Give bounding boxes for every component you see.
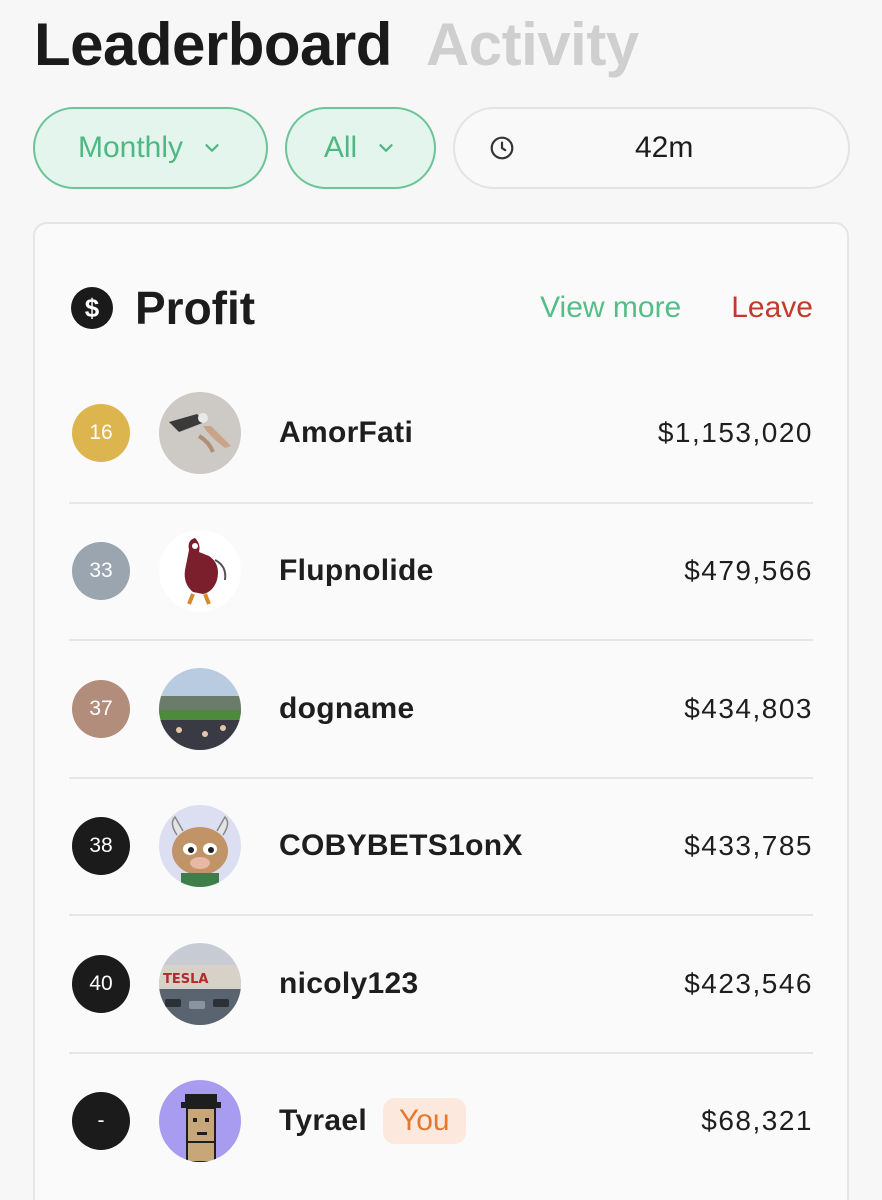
scope-label: All (323, 131, 358, 164)
avatar (159, 667, 241, 750)
profit-amount: $1,153,020 (657, 416, 813, 448)
table-row[interactable]: 40 TESLA nicoly123 $423,546 (69, 914, 813, 1052)
view-more-link[interactable]: View more (540, 291, 681, 325)
username: AmorFati (279, 415, 414, 449)
card-actions: View more Leave (540, 291, 813, 325)
tab-bar: Leaderboard Activity (34, 10, 639, 80)
avatar (159, 530, 241, 613)
table-row[interactable]: - Tyrael You $68,321 (69, 1051, 813, 1190)
dollar-circle-icon: $ (71, 287, 113, 329)
filter-bar: Monthly All 42m (33, 107, 850, 189)
card-header: $ Profit View more Leave (71, 280, 813, 336)
username: dogname (279, 691, 415, 725)
profit-amount: $68,321 (701, 1105, 813, 1137)
rank-badge: 33 (72, 542, 130, 601)
avatar (159, 805, 241, 888)
scope-dropdown[interactable]: All (285, 107, 436, 189)
period-label: Monthly (77, 131, 184, 164)
avatar: TESLA (159, 942, 241, 1025)
username: Flupnolide (279, 554, 434, 588)
profit-amount: $423,546 (684, 967, 813, 999)
username: COBYBETS1onX (279, 829, 523, 863)
card-title: Profit (135, 282, 256, 334)
refresh-timer: 42m (453, 107, 850, 189)
profit-amount: $433,785 (684, 830, 813, 862)
leaderboard-list: 16 AmorFati $1,153,020 33 Flupnolide $47… (69, 364, 813, 1189)
profit-amount: $434,803 (684, 692, 813, 724)
username: Tyrael (279, 1104, 367, 1138)
chevron-down-icon (379, 144, 393, 152)
avatar (159, 1080, 241, 1163)
rank-badge: 40 (72, 954, 130, 1013)
table-row[interactable]: 38 COBYBETS1onX $433,785 (69, 776, 813, 915)
clock-icon (490, 136, 514, 160)
table-row[interactable]: 16 AmorFati $1,153,020 (69, 364, 813, 502)
rank-badge: 16 (72, 403, 130, 462)
profit-amount: $479,566 (684, 555, 813, 587)
svg-text:TESLA: TESLA (163, 972, 208, 987)
username: nicoly123 (279, 966, 419, 1000)
tab-activity[interactable]: Activity (426, 10, 639, 80)
tab-leaderboard[interactable]: Leaderboard (34, 10, 392, 80)
chevron-down-icon (205, 144, 219, 152)
profit-card: $ Profit View more Leave 16 AmorFati $1,… (33, 222, 849, 1200)
rank-badge: - (72, 1092, 130, 1151)
timer-value: 42m (635, 131, 694, 164)
you-badge: You (382, 1098, 466, 1145)
leave-button[interactable]: Leave (731, 291, 813, 325)
period-dropdown[interactable]: Monthly (33, 107, 268, 189)
rank-badge: 38 (72, 817, 130, 876)
rank-badge: 37 (72, 679, 130, 738)
table-row[interactable]: 37 dogname $434,803 (69, 639, 813, 777)
avatar (159, 391, 241, 474)
table-row[interactable]: 33 Flupnolide $479,566 (69, 501, 813, 640)
